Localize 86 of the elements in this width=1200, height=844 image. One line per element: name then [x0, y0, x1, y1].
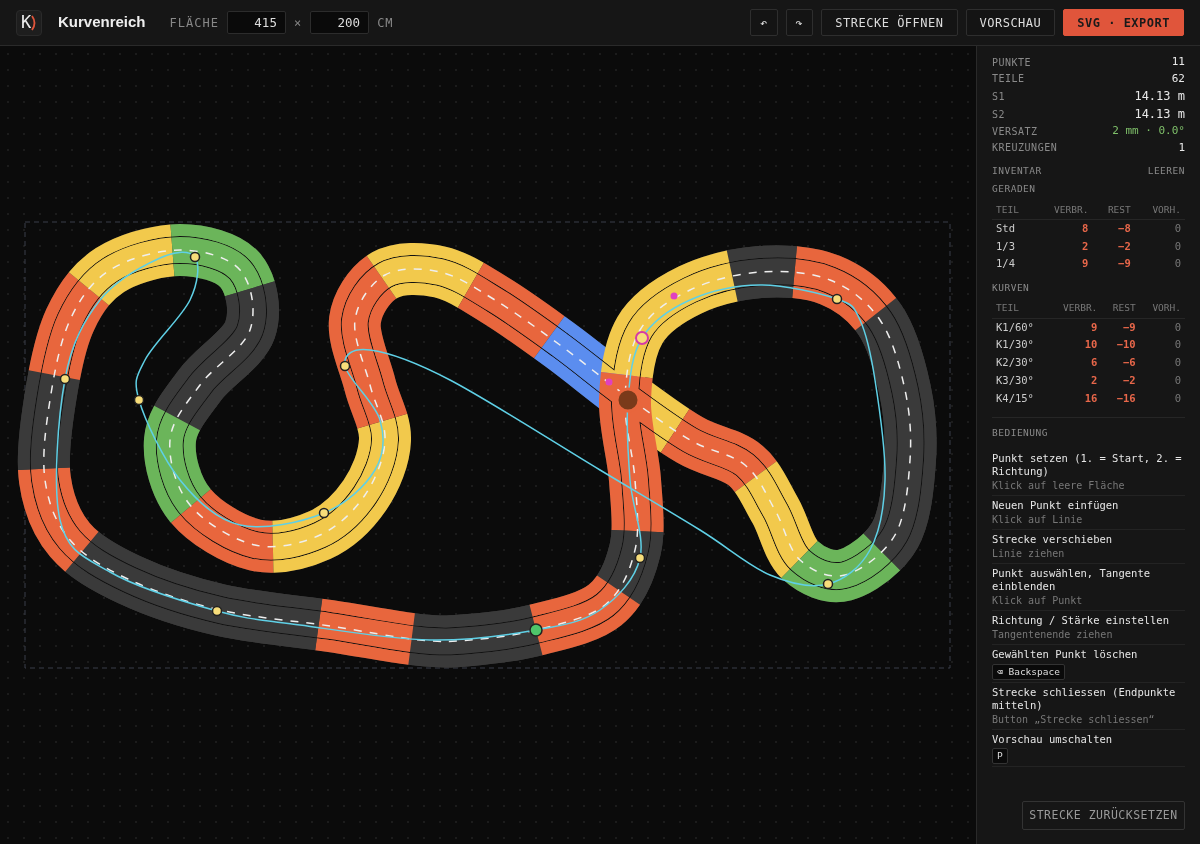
section-title: INVENTAR: [992, 164, 1042, 178]
table-cell-text: 2: [1090, 372, 1099, 388]
export-button[interactable]: SVG · EXPORT: [1063, 9, 1184, 36]
stat-value: 2 mm · 0.0°: [1112, 123, 1185, 139]
table-cell-text: K1/30°: [995, 337, 1035, 353]
column-header: VORH.: [1139, 299, 1185, 318]
control-hint: Tangentenende ziehen: [992, 628, 1114, 643]
table-cell-text: 0: [1173, 355, 1182, 370]
column-header: REST: [1092, 200, 1135, 220]
column-header: VORH.: [1134, 200, 1185, 220]
table-cell: −9: [1101, 318, 1140, 337]
control-hint: Button „Strecke schliessen“: [992, 713, 1156, 727]
table-cell-text: 9: [1081, 256, 1090, 272]
stat-value: 14.13 m: [1134, 106, 1185, 123]
table-cell-text: 0: [1173, 372, 1182, 388]
logo: K: [16, 9, 42, 36]
column-header: REST: [1101, 299, 1140, 318]
table-cell: Std: [992, 219, 1035, 238]
control-title: Neuen Punkt einfügen: [992, 498, 1120, 512]
open-button[interactable]: STRECKE ÖFFNEN: [821, 9, 958, 36]
stat-value: 62: [1171, 70, 1185, 87]
control-title: Vorschau umschalten: [992, 733, 1114, 747]
table-cell-text: 16: [1083, 390, 1099, 406]
table-cell-text: 0: [1173, 256, 1182, 272]
table-cell-text: 0: [1173, 390, 1182, 406]
table-cell-text: 0: [1173, 337, 1182, 353]
control-hint: Klick auf Punkt: [992, 594, 1084, 609]
clear-link[interactable]: LEEREN: [1147, 164, 1185, 179]
table-cell-text: −16: [1115, 390, 1137, 406]
reset-button[interactable]: STRECKE ZURÜCKSETZEN: [1022, 801, 1185, 830]
stat-label: KREUZUNGEN: [992, 141, 1058, 156]
table-cell: 0: [1139, 318, 1185, 337]
control-hint: Klick auf Linie: [992, 512, 1084, 527]
table-cell-text: −6: [1121, 355, 1137, 370]
section-title: BEDIENUNG: [992, 426, 1049, 441]
table-cell: 8: [1034, 219, 1093, 238]
stat-label: VERSATZ: [992, 124, 1038, 139]
table-cell-text: K4/15°: [995, 390, 1035, 406]
control-title: Gewählten Punkt löschen: [992, 648, 1139, 662]
control-hint: Linie ziehen: [992, 547, 1066, 561]
table-cell-text: 2: [1081, 238, 1090, 254]
times-sign: ×: [293, 14, 303, 32]
stat-label: TEILE: [992, 72, 1025, 87]
stat-value: 14.13 m: [1134, 88, 1185, 105]
table-cell-text: −2: [1117, 238, 1132, 254]
stat-value: 11: [1171, 54, 1185, 70]
table-cell-text: −9: [1117, 256, 1132, 272]
table-cell-text: K2/30°: [995, 355, 1035, 370]
table-cell-text: 6: [1090, 355, 1099, 370]
table-cell-text: −10: [1115, 337, 1137, 353]
table-cell: 9: [1048, 318, 1102, 337]
table-cell: K1/60°: [992, 318, 1049, 337]
table-cell-text: 1/4: [995, 256, 1016, 272]
unit-label: CM: [377, 14, 394, 32]
redo-button[interactable]: ↷: [785, 9, 814, 36]
group-title: KURVEN: [992, 281, 1031, 295]
table-cell-text: −2: [1121, 372, 1137, 388]
control-title: Punkt auswählen, Tangente einblenden: [992, 567, 1152, 594]
column-header: VERBR.: [1048, 299, 1102, 318]
preview-button[interactable]: VORSCHAU: [965, 9, 1056, 36]
height-field[interactable]: 200: [310, 11, 370, 34]
table-cell-text: 0: [1173, 238, 1182, 254]
column-header: TEIL: [992, 200, 1035, 220]
control-hint: Klick auf leere Fläche: [992, 478, 1126, 493]
control-title: Strecke schliessen (Endpunkte mitteln): [992, 685, 1177, 712]
stat-value: 1: [1178, 139, 1185, 156]
table-cell: 0: [1134, 219, 1185, 238]
column-header: VERBR.: [1034, 200, 1093, 220]
table-cell-text: 1/3: [995, 238, 1016, 254]
area-label: FLÄCHE: [169, 14, 219, 32]
control-title: Strecke verschieben: [992, 532, 1114, 546]
width-field[interactable]: 415: [226, 11, 286, 34]
group-title: GERADEN: [992, 182, 1037, 197]
column-header: TEIL: [992, 299, 1049, 318]
app-title: Kurvenreich: [58, 12, 146, 33]
stat-label: PUNKTE: [992, 55, 1032, 70]
control-title: Punkt setzen (1. = Start, 2. = Richtung): [992, 451, 1183, 478]
table-cell-text: K3/30°: [995, 372, 1035, 388]
undo-button[interactable]: ↶: [749, 9, 778, 36]
key-label: ⌫ Backspace: [992, 663, 1065, 680]
key-label: P: [992, 748, 1008, 765]
table-cell-text: 10: [1083, 337, 1099, 353]
stat-label: S1: [992, 89, 1006, 104]
stat-label: S2: [992, 107, 1006, 122]
control-title: Richtung / Stärke einstellen: [992, 614, 1170, 628]
table-cell: −8: [1092, 219, 1135, 238]
